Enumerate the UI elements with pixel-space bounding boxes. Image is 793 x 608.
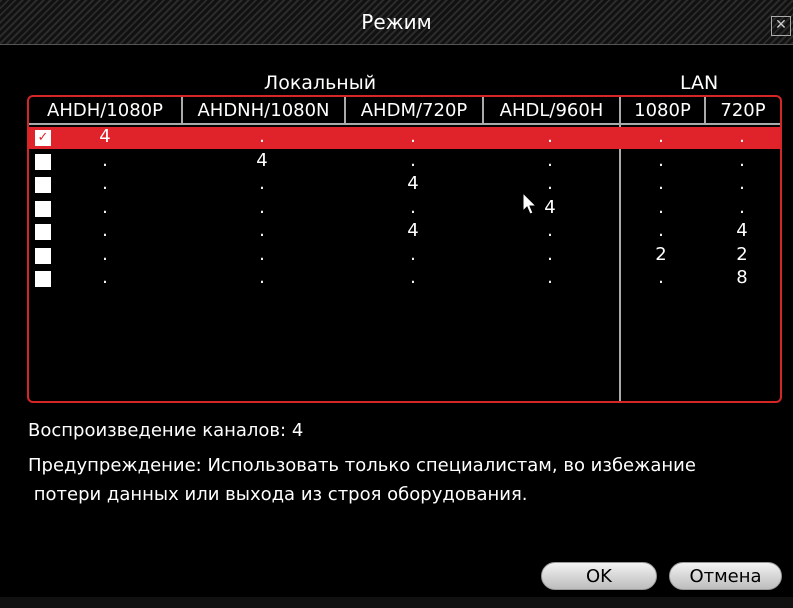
- table-cell: .: [739, 126, 745, 147]
- table-row[interactable]: ...4..: [29, 196, 780, 220]
- mode-table: AHDH/1080P AHDNH/1080N AHDM/720P AHDL/96…: [27, 95, 782, 403]
- playback-channels: Воспроизведение каналов: 4: [28, 420, 304, 441]
- table-row[interactable]: .... 2 2: [29, 243, 780, 267]
- table-cell: 4: [256, 149, 268, 171]
- table-cell: .: [658, 126, 664, 147]
- table-cell: .: [547, 220, 553, 241]
- table-cell: .: [410, 243, 416, 265]
- mode-dialog: Режим ✕ Локальный LAN AHDH/1080P AHDNH/1…: [0, 0, 793, 608]
- table-cell: 2: [655, 243, 667, 265]
- column-header: AHDH/1080P: [29, 97, 181, 125]
- row-checkbox[interactable]: [35, 271, 51, 287]
- table-cell: .: [410, 267, 416, 288]
- table-cell: .: [658, 173, 664, 194]
- table-row[interactable]: ✓ 4.....: [29, 127, 780, 149]
- ok-button[interactable]: OK: [541, 562, 657, 590]
- table-cell: .: [658, 220, 664, 241]
- table-cell: .: [102, 149, 108, 171]
- table-cell: .: [410, 149, 416, 171]
- bottom-bar: [0, 597, 793, 608]
- row-checkbox[interactable]: [35, 200, 51, 217]
- column-header: 720P: [704, 97, 780, 125]
- table-cell: 2: [736, 243, 748, 265]
- table-cell: 4: [99, 126, 111, 147]
- table-cell: .: [259, 243, 265, 265]
- column-header: AHDNH/1080N: [181, 97, 344, 125]
- title-bar[interactable]: Режим ✕: [0, 0, 793, 45]
- table-row[interactable]: .. 4.. 4: [29, 221, 780, 243]
- warning-line-1: Предупреждение: Использовать только спец…: [28, 455, 696, 476]
- table-cell: .: [259, 196, 265, 218]
- table-cell: .: [658, 149, 664, 171]
- warning-line-2: потери данных или выхода из строя оборуд…: [28, 484, 528, 505]
- mouse-cursor-icon: [522, 192, 538, 215]
- close-icon[interactable]: ✕: [771, 16, 791, 36]
- column-header: 1080P: [619, 97, 704, 125]
- row-checkbox[interactable]: [35, 177, 51, 193]
- table-cell: .: [102, 196, 108, 218]
- table-cell: .: [102, 173, 108, 194]
- table-cell: .: [259, 220, 265, 241]
- table-cell: .: [547, 267, 553, 288]
- table-cell: .: [102, 243, 108, 265]
- table-row[interactable]: . 4....: [29, 149, 780, 173]
- row-checkbox[interactable]: [35, 247, 51, 264]
- row-checkbox[interactable]: [35, 153, 51, 170]
- table-cell: .: [547, 149, 553, 171]
- table-cell: .: [102, 220, 108, 241]
- table-cell: 4: [407, 173, 419, 194]
- table-cell: .: [410, 126, 416, 147]
- row-checkbox[interactable]: [35, 224, 51, 240]
- table-cell: .: [739, 149, 745, 171]
- cancel-button[interactable]: Отмена: [669, 562, 782, 590]
- table-cell: .: [547, 243, 553, 265]
- column-header: AHDL/960H: [482, 97, 619, 125]
- table-cell: .: [547, 126, 553, 147]
- table-cell: 4: [407, 220, 419, 241]
- table-cell: .: [658, 196, 664, 218]
- table-cell: 4: [736, 220, 748, 241]
- table-cell: .: [259, 173, 265, 194]
- table-cell: .: [259, 267, 265, 288]
- table-cell: .: [739, 173, 745, 194]
- table-cell: .: [739, 196, 745, 218]
- table-cell: 8: [736, 267, 748, 288]
- table-cell: .: [658, 267, 664, 288]
- table-cell: .: [259, 126, 265, 147]
- table-row[interactable]: ..... 8: [29, 268, 780, 290]
- row-checkbox[interactable]: ✓: [35, 130, 51, 146]
- table-cell: .: [102, 267, 108, 288]
- section-local-label: Локальный: [263, 72, 377, 94]
- dialog-title: Режим: [361, 10, 432, 34]
- table-row[interactable]: ..4...: [29, 174, 780, 196]
- column-header: AHDM/720P: [344, 97, 482, 125]
- section-lan-label: LAN: [680, 72, 719, 94]
- table-cell: .: [410, 196, 416, 218]
